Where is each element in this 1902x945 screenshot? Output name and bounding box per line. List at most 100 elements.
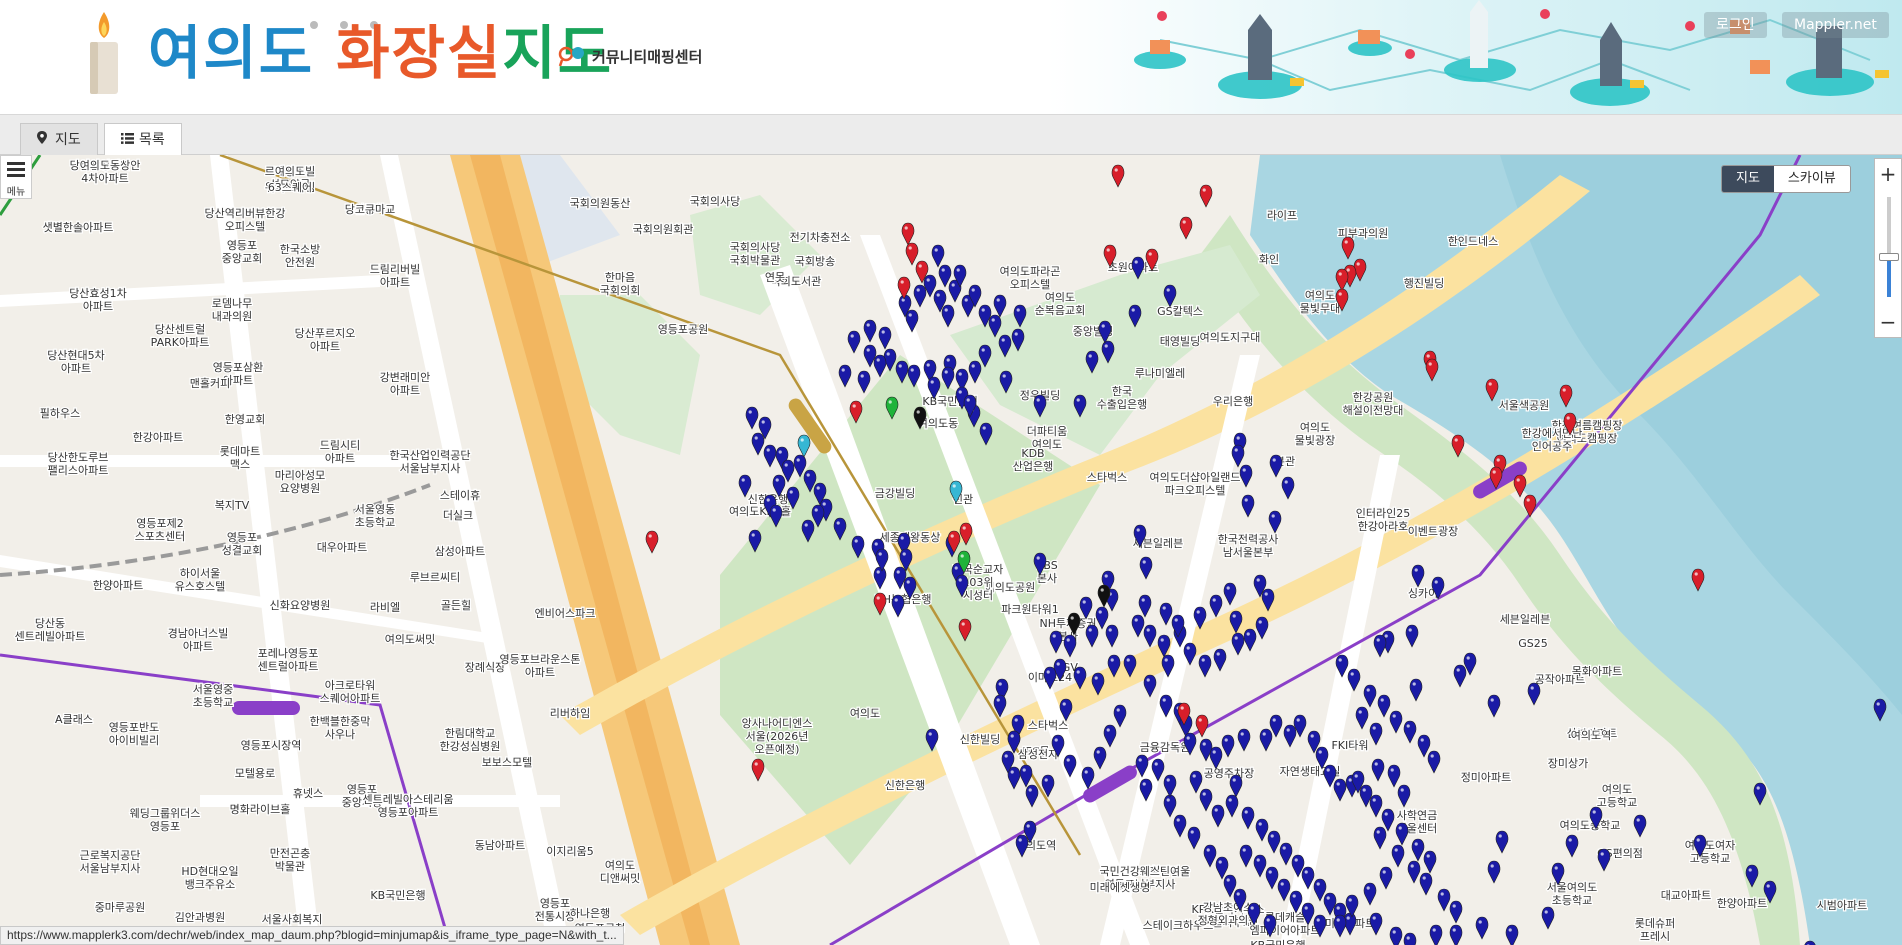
map-canvas[interactable]: 당산삼성래미안 4차아파트 르네상스빌 위더스하임 당산중학교 당산역리버뷰한강 오피스텔 샛…	[0, 155, 1902, 945]
toilet-marker[interactable]	[1049, 630, 1063, 654]
toilet-marker[interactable]	[1163, 774, 1177, 798]
toilet-marker[interactable]	[645, 530, 659, 554]
toilet-marker[interactable]	[1417, 734, 1431, 758]
toilet-marker[interactable]	[1369, 912, 1383, 936]
login-button[interactable]: 로그인	[1704, 12, 1767, 38]
toilet-marker[interactable]	[763, 444, 777, 468]
toilet-marker[interactable]	[1143, 624, 1157, 648]
toilet-marker[interactable]	[1527, 682, 1541, 706]
toilet-marker[interactable]	[1369, 722, 1383, 746]
toilet-marker[interactable]	[1199, 788, 1213, 812]
toilet-marker[interactable]	[1015, 834, 1029, 858]
toilet-marker[interactable]	[863, 319, 877, 343]
community-mapping-logo-icon[interactable]	[558, 46, 588, 66]
toilet-marker[interactable]	[1213, 648, 1227, 672]
toilet-marker[interactable]	[1403, 932, 1417, 945]
toilet-marker[interactable]	[1268, 510, 1282, 534]
toilet-marker[interactable]	[1377, 694, 1391, 718]
toilet-marker[interactable]	[1277, 878, 1291, 902]
toilet-marker[interactable]	[1427, 750, 1441, 774]
toilet-marker[interactable]	[905, 242, 919, 266]
toilet-marker[interactable]	[1241, 806, 1255, 830]
toilet-marker[interactable]	[1541, 906, 1555, 930]
toilet-marker[interactable]	[1159, 602, 1173, 626]
toilet-marker[interactable]	[1513, 474, 1527, 498]
toilet-marker[interactable]	[1283, 724, 1297, 748]
toilet-marker[interactable]	[1363, 882, 1377, 906]
toilet-marker[interactable]	[1265, 866, 1279, 890]
toilet-marker[interactable]	[1369, 794, 1383, 818]
toilet-marker[interactable]	[1381, 808, 1395, 832]
toilet-marker[interactable]	[1495, 830, 1509, 854]
toilet-marker[interactable]	[1449, 924, 1463, 945]
toilet-marker[interactable]	[1391, 844, 1405, 868]
toilet-marker[interactable]	[873, 354, 887, 378]
mappler-link[interactable]: Mappler.net	[1782, 12, 1889, 38]
toilet-marker[interactable]	[1269, 454, 1283, 478]
map-layer[interactable]: 당산삼성래미안 4차아파트르네상스빌위더스하임당산중학교당산역리버뷰한강 오피스텔샛…	[0, 155, 1902, 945]
toilet-marker[interactable]	[1373, 826, 1387, 850]
tab-list[interactable]: 목록	[104, 123, 182, 157]
toilet-marker[interactable]	[1209, 746, 1223, 770]
toilet-marker[interactable]	[1387, 764, 1401, 788]
toilet-marker[interactable]	[1437, 888, 1451, 912]
toilet-marker[interactable]	[1139, 556, 1153, 580]
toilet-marker[interactable]	[1633, 814, 1647, 838]
toilet-marker[interactable]	[1281, 476, 1295, 500]
toilet-marker[interactable]	[1189, 770, 1203, 794]
toilet-marker[interactable]	[1225, 794, 1239, 818]
toilet-marker[interactable]	[1241, 494, 1255, 518]
toilet-marker[interactable]	[1237, 728, 1251, 752]
toilet-marker[interactable]	[1597, 848, 1611, 872]
toilet-marker[interactable]	[1253, 854, 1267, 878]
toilet-marker[interactable]	[1138, 594, 1152, 618]
toilet-marker[interactable]	[1411, 564, 1425, 588]
partner-name[interactable]: 커뮤니티매핑센터	[592, 46, 702, 67]
toilet-marker[interactable]	[1093, 746, 1107, 770]
toilet-marker[interactable]	[1475, 916, 1489, 940]
toilet-marker[interactable]	[1195, 714, 1209, 738]
toilet-marker[interactable]	[993, 294, 1007, 318]
toilet-marker[interactable]	[1389, 710, 1403, 734]
toilet-marker[interactable]	[1019, 764, 1033, 788]
toilet-marker[interactable]	[1423, 850, 1437, 874]
toilet-marker[interactable]	[1079, 596, 1093, 620]
toilet-marker[interactable]	[1239, 464, 1253, 488]
map-menu-button[interactable]: 메뉴	[0, 155, 32, 199]
toilet-marker[interactable]	[1243, 628, 1257, 652]
toilet-marker[interactable]	[1255, 616, 1269, 640]
toilet-marker[interactable]	[1279, 842, 1293, 866]
toilet-marker[interactable]	[1231, 632, 1245, 656]
toilet-marker[interactable]	[1453, 664, 1467, 688]
toilet-marker[interactable]	[1255, 818, 1269, 842]
toilet-marker[interactable]	[1007, 766, 1021, 790]
toilet-marker[interactable]	[857, 370, 871, 394]
toilet-marker[interactable]	[1198, 654, 1212, 678]
toilet-marker[interactable]	[938, 264, 952, 288]
toilet-marker[interactable]	[1103, 724, 1117, 748]
toilet-marker[interactable]	[1333, 778, 1347, 802]
toilet-marker[interactable]	[1363, 684, 1377, 708]
toilet-marker[interactable]	[745, 406, 759, 430]
toilet-marker[interactable]	[1187, 826, 1201, 850]
toilet-marker[interactable]	[1239, 844, 1253, 868]
zoom-in-button[interactable]: +	[1875, 159, 1901, 189]
toilet-marker[interactable]	[913, 284, 927, 308]
toilet-marker[interactable]	[1379, 866, 1393, 890]
toilet-marker[interactable]	[968, 360, 982, 384]
toilet-marker[interactable]	[1487, 860, 1501, 884]
toilet-marker[interactable]	[931, 244, 945, 268]
toilet-marker[interactable]	[751, 432, 765, 456]
toilet-marker[interactable]	[838, 364, 852, 388]
toilet-marker[interactable]	[1223, 582, 1237, 606]
toilet-marker[interactable]	[1429, 924, 1443, 945]
toilet-marker[interactable]	[1131, 614, 1145, 638]
toilet-marker[interactable]	[1565, 834, 1579, 858]
toilet-marker[interactable]	[1259, 728, 1273, 752]
toilet-marker[interactable]	[1025, 784, 1039, 808]
zoom-slider-handle[interactable]	[1879, 253, 1899, 261]
toilet-marker[interactable]	[1229, 774, 1243, 798]
toilet-marker[interactable]	[1105, 624, 1119, 648]
toilet-marker[interactable]	[1487, 694, 1501, 718]
toilet-marker[interactable]	[1113, 704, 1127, 728]
